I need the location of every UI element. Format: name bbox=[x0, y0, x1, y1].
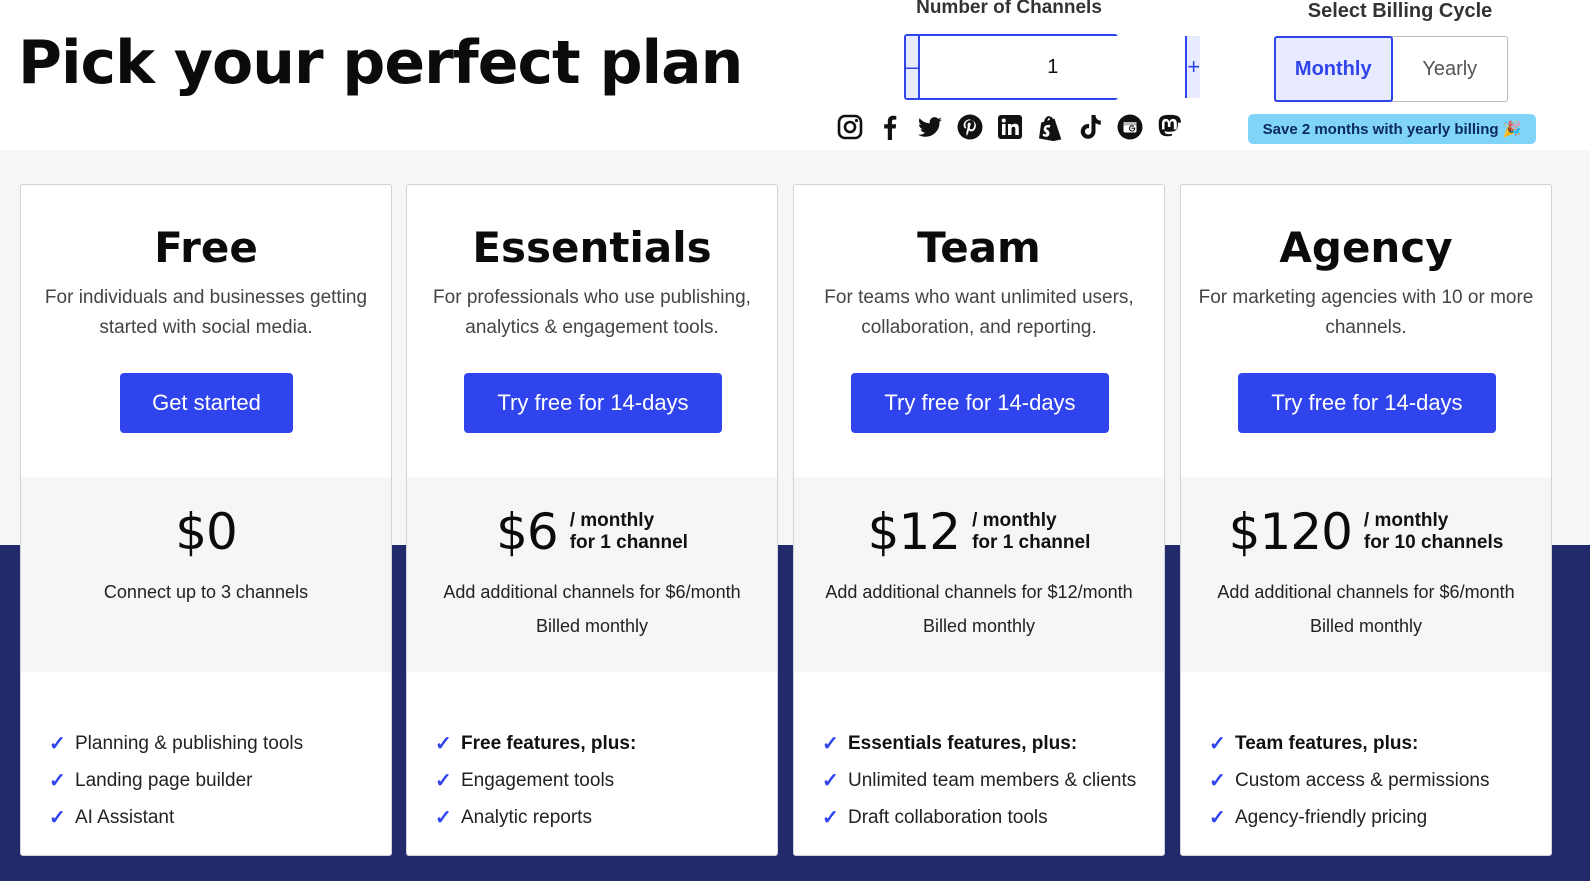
price-amount: $12 bbox=[867, 503, 961, 561]
price-row: $0 bbox=[21, 503, 391, 561]
social-network-icons bbox=[836, 112, 1184, 142]
checkmark-icon: ✓ bbox=[1209, 733, 1226, 755]
feature-item: ✓ Draft collaboration tools bbox=[822, 806, 1048, 830]
price-note: Add additional channels for $6/month bbox=[443, 582, 741, 602]
plan-card-agency: Agency For marketing agencies with 10 or… bbox=[1180, 184, 1552, 856]
tiktok-icon bbox=[1076, 112, 1104, 142]
feature-item: ✓ Team features, plus: bbox=[1209, 732, 1419, 756]
yearly-option[interactable]: Yearly bbox=[1393, 37, 1508, 101]
price-note: Connect up to 3 channels bbox=[103, 582, 309, 602]
plan-card-team: Team For teams who want unlimited users,… bbox=[793, 184, 1165, 856]
feature-list: ✓ Free features, plus: ✓ Engagement tools … bbox=[435, 725, 636, 836]
feature-item: ✓ Engagement tools bbox=[435, 769, 615, 793]
plan-name: Agency bbox=[1279, 223, 1453, 272]
shopify-icon bbox=[1036, 112, 1064, 142]
price-panel: $6 / monthly for 1 channel Add additional… bbox=[407, 477, 777, 672]
page-title: Pick your perfect plan bbox=[18, 28, 743, 98]
feature-item: ✓ Planning & publishing tools bbox=[49, 732, 304, 756]
mastodon-icon bbox=[1156, 112, 1184, 142]
channels-selector: Number of Channels – + bbox=[898, 0, 1201, 100]
get-started-button[interactable]: Get started bbox=[120, 373, 293, 433]
feature-item: ✓ Unlimited team members & clients bbox=[822, 769, 1137, 793]
billing-toggle: Monthly Yearly bbox=[1274, 36, 1508, 102]
price-panel: $12 / monthly for 1 channel Add additiona… bbox=[794, 477, 1164, 672]
checkmark-icon: ✓ bbox=[1209, 807, 1226, 829]
plan-name: Team bbox=[917, 223, 1041, 272]
plan-description: For marketing agencies with 10 or more c… bbox=[1198, 287, 1534, 338]
try-free-button[interactable]: Try free for 14-days bbox=[464, 373, 722, 433]
price-amount: $120 bbox=[1228, 503, 1353, 561]
price-row: $120 / monthly for 10 channels bbox=[1181, 503, 1551, 561]
price-unit: / monthly for 1 channel bbox=[972, 510, 1091, 553]
price-row: $6 / monthly for 1 channel bbox=[407, 503, 777, 561]
yearly-savings-badge: Save 2 months with yearly billing 🎉 bbox=[1248, 114, 1536, 144]
channels-label: Number of Channels bbox=[916, 0, 1102, 18]
plan-description: For individuals and businesses getting s… bbox=[44, 287, 368, 338]
checkmark-icon: ✓ bbox=[435, 733, 452, 755]
checkmark-icon: ✓ bbox=[49, 770, 66, 792]
price-amount: $6 bbox=[496, 503, 559, 561]
feature-item: ✓ AI Assistant bbox=[49, 806, 175, 830]
plan-description: For teams who want unlimited users, coll… bbox=[824, 287, 1134, 338]
price-unit: / monthly for 10 channels bbox=[1363, 510, 1504, 553]
plan-card-essentials: Essentials For professionals who use pub… bbox=[406, 184, 778, 856]
feature-item: ✓ Agency-friendly pricing bbox=[1209, 806, 1428, 830]
feature-item: ✓ Essentials features, plus: bbox=[822, 732, 1078, 756]
checkmark-icon: ✓ bbox=[822, 770, 839, 792]
billing-cycle-selector: Select Billing Cycle Monthly Yearly Save… bbox=[1248, 0, 1536, 144]
checkmark-icon: ✓ bbox=[49, 807, 66, 829]
price-note: Add additional channels for $6/month bbox=[1217, 582, 1515, 602]
feature-list: ✓ Essentials features, plus: ✓ Unlimited t… bbox=[822, 725, 1136, 836]
checkmark-icon: ✓ bbox=[49, 733, 66, 755]
feature-item: ✓ Custom access & permissions bbox=[1209, 769, 1490, 793]
feature-list: ✓ Team features, plus: ✓ Custom access & p… bbox=[1209, 725, 1489, 836]
plan-name: Free bbox=[154, 223, 258, 272]
feature-item: ✓ Free features, plus: bbox=[435, 732, 637, 756]
checkmark-icon: ✓ bbox=[1209, 770, 1226, 792]
facebook-icon bbox=[876, 112, 904, 142]
billing-note: Billed monthly bbox=[535, 616, 649, 636]
channels-stepper: – + bbox=[904, 34, 1201, 100]
price-row: $12 / monthly for 1 channel bbox=[794, 503, 1164, 561]
price-note: Add additional channels for $12/month bbox=[825, 582, 1133, 602]
feature-list: ✓ Planning & publishing tools ✓ Landing pa… bbox=[49, 725, 303, 836]
try-free-button[interactable]: Try free for 14-days bbox=[1238, 373, 1496, 433]
plan-card-free: Free For individuals and businesses gett… bbox=[20, 184, 392, 856]
plan-description: For professionals who use publishing, an… bbox=[433, 287, 751, 338]
try-free-button[interactable]: Try free for 14-days bbox=[851, 373, 1109, 433]
plan-name: Essentials bbox=[472, 223, 712, 272]
checkmark-icon: ✓ bbox=[435, 807, 452, 829]
billing-cycle-label: Select Billing Cycle bbox=[1307, 0, 1493, 22]
price-panel: $0 Connect up to 3 channels bbox=[21, 477, 391, 672]
pinterest-icon bbox=[956, 112, 984, 142]
checkmark-icon: ✓ bbox=[822, 807, 839, 829]
channels-count-input[interactable] bbox=[920, 36, 1186, 98]
linkedin-icon bbox=[996, 112, 1024, 142]
feature-item: ✓ Landing page builder bbox=[49, 769, 253, 793]
checkmark-icon: ✓ bbox=[822, 733, 839, 755]
billing-note: Billed monthly bbox=[922, 616, 1036, 636]
google-business-icon bbox=[1116, 112, 1144, 142]
instagram-icon bbox=[836, 112, 864, 142]
price-panel: $120 / monthly for 10 channels Add additi… bbox=[1181, 477, 1551, 672]
twitter-icon bbox=[916, 112, 944, 142]
feature-item: ✓ Analytic reports bbox=[435, 806, 592, 830]
price-unit: / monthly for 1 channel bbox=[569, 510, 688, 553]
price-amount: $0 bbox=[175, 503, 238, 561]
increment-button[interactable]: + bbox=[1185, 36, 1201, 98]
billing-note: Billed monthly bbox=[1309, 616, 1423, 636]
decrement-button[interactable]: – bbox=[906, 36, 921, 98]
checkmark-icon: ✓ bbox=[435, 770, 452, 792]
monthly-option[interactable]: Monthly bbox=[1274, 36, 1393, 102]
